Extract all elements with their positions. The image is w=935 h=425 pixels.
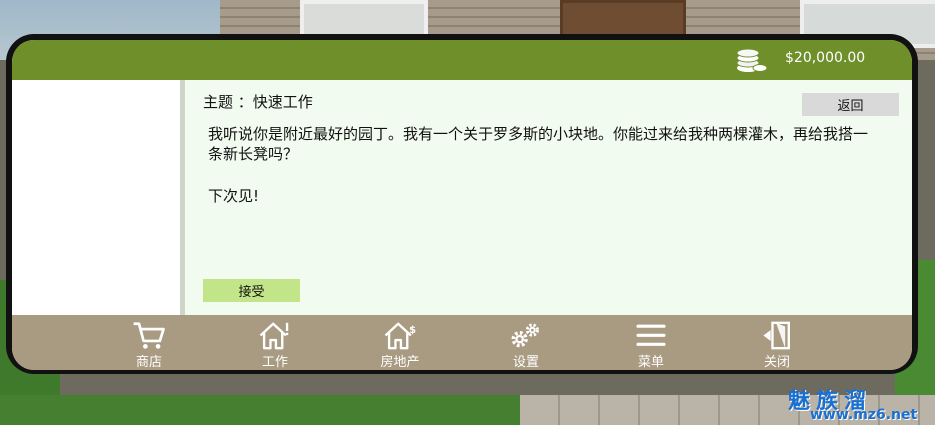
nav-label: 关闭 bbox=[763, 355, 790, 370]
nav-label: 房地产 bbox=[380, 355, 420, 370]
nav-label: 商店 bbox=[135, 355, 162, 370]
cart-icon bbox=[133, 322, 165, 349]
phone-screen: $20,000.00 主题 ：快速工作 返回 我听说你是附近最好的园丁。我有一个… bbox=[12, 40, 912, 370]
nav-menu[interactable]: 菜单 bbox=[606, 315, 696, 370]
svg-text:$: $ bbox=[409, 325, 416, 336]
status-bar: $20,000.00 bbox=[12, 40, 912, 80]
watermark-logo: 魅族溜 www.mz6.net bbox=[788, 383, 928, 425]
house-alert-icon bbox=[259, 322, 289, 350]
watermark-url: www.mz6.net bbox=[810, 407, 918, 423]
mail-subject: 主题 ：快速工作 bbox=[203, 93, 313, 111]
nav-real-estate[interactable]: $ 房地产 bbox=[355, 315, 445, 370]
gears-icon bbox=[511, 323, 539, 348]
mail-farewell: 下次见! bbox=[208, 187, 260, 205]
nav-label: 工作 bbox=[261, 355, 288, 370]
house-dollar-icon: $ bbox=[384, 322, 416, 350]
exit-door-icon bbox=[763, 321, 790, 350]
back-button[interactable]: 返回 bbox=[802, 93, 899, 116]
accept-button[interactable]: 接受 bbox=[203, 279, 300, 302]
mail-list bbox=[12, 80, 185, 315]
hamburger-icon bbox=[636, 324, 666, 346]
nav-settings[interactable]: 设置 bbox=[481, 315, 571, 370]
bottom-nav: 商店 工作 $ 房地产 设置 菜单 关闭 bbox=[12, 315, 912, 370]
money-balance: $20,000.00 bbox=[785, 50, 866, 66]
nav-label: 菜单 bbox=[637, 355, 664, 370]
nav-label: 设置 bbox=[512, 355, 539, 370]
coins-icon bbox=[736, 48, 768, 72]
grass bbox=[0, 395, 520, 425]
nav-shop[interactable]: 商店 bbox=[104, 315, 194, 370]
nav-close[interactable]: 关闭 bbox=[732, 315, 822, 370]
nav-work[interactable]: 工作 bbox=[230, 315, 320, 370]
mail-message: 我听说你是附近最好的园丁。我有一个关于罗多斯的小块地。你能过来给我种两棵灌木，再… bbox=[208, 125, 869, 163]
mail-content: 主题 ：快速工作 返回 我听说你是附近最好的园丁。我有一个关于罗多斯的小块地。你… bbox=[187, 80, 912, 315]
